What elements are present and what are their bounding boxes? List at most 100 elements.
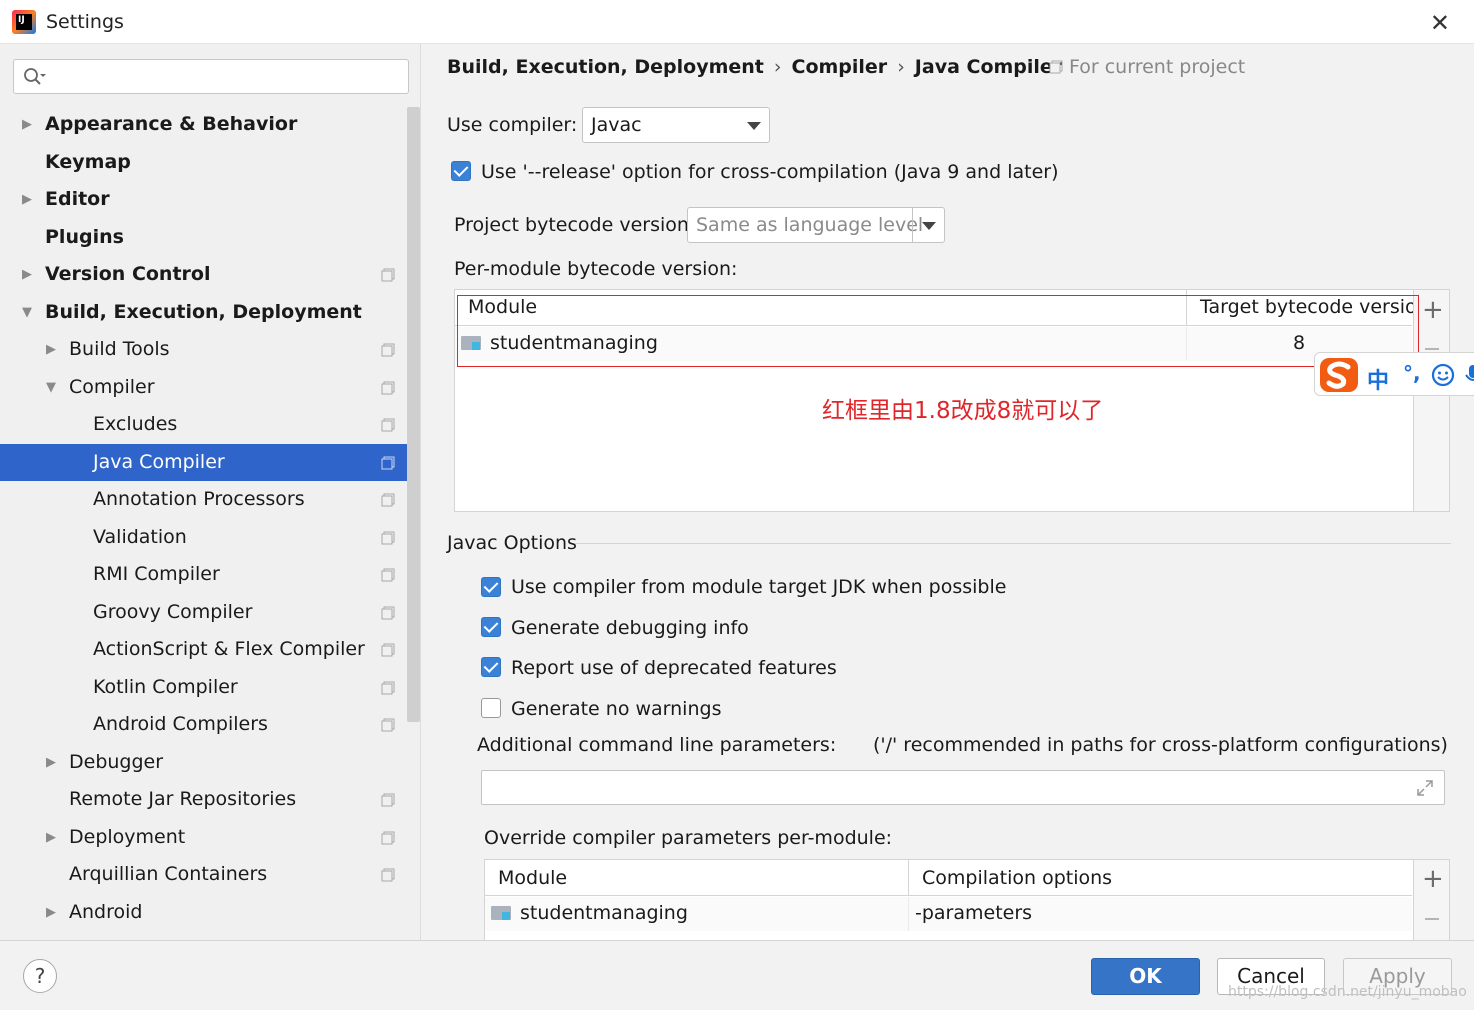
search-box[interactable] xyxy=(13,59,409,94)
collapsed-arrow-icon[interactable]: ▶ xyxy=(22,181,36,219)
sidebar-item-annotation-processors[interactable]: Annotation Processors xyxy=(0,481,420,519)
debug-info-checkbox[interactable] xyxy=(481,617,501,637)
sidebar-item-label: Build Tools xyxy=(69,338,170,360)
sidebar-item-label: Android Compilers xyxy=(93,713,268,735)
column-compilation-options[interactable]: Compilation options xyxy=(922,867,1112,889)
module-jdk-label: Use compiler from module target JDK when… xyxy=(511,576,1007,598)
sidebar-item-label: Keymap xyxy=(45,150,131,173)
project-scope-icon xyxy=(381,643,395,657)
ime-language[interactable]: 中 xyxy=(1367,363,1389,395)
close-icon[interactable]: ✕ xyxy=(1430,9,1450,37)
sidebar-item-rmi-compiler[interactable]: RMI Compiler xyxy=(0,556,420,594)
sidebar-item-excludes[interactable]: Excludes xyxy=(0,406,420,444)
collapsed-arrow-icon[interactable]: ▶ xyxy=(46,331,60,369)
ok-button[interactable]: OK xyxy=(1091,958,1200,995)
per-module-label: Per-module bytecode version: xyxy=(454,258,738,280)
sidebar-item-debugger[interactable]: ▶ Debugger xyxy=(0,744,420,782)
window-title: Settings xyxy=(46,11,124,33)
deprecated-checkbox[interactable] xyxy=(481,657,501,677)
sidebar-item-validation[interactable]: Validation xyxy=(0,519,420,557)
sidebar-item-arquillian-containers[interactable]: Arquillian Containers xyxy=(0,856,420,894)
collapsed-arrow-icon[interactable]: ▶ xyxy=(22,106,36,144)
breadcrumb-java-compiler: Java Compiler xyxy=(914,56,1063,78)
sidebar-item-label: Plugins xyxy=(45,225,124,248)
bytecode-version-select[interactable]: Same as language level xyxy=(687,207,945,243)
sidebar-item-version-control[interactable]: ▶ Version Control xyxy=(0,256,420,294)
add-icon[interactable]: + xyxy=(1422,866,1444,892)
emoji-icon[interactable] xyxy=(1431,363,1455,387)
select-divider xyxy=(912,208,913,242)
expanded-arrow-icon[interactable]: ▼ xyxy=(22,294,36,332)
module-jdk-checkbox[interactable] xyxy=(481,577,501,597)
sidebar-item-label: Deployment xyxy=(69,825,186,848)
sidebar-item-actionscript-flex-compiler[interactable]: ActionScript & Flex Compiler xyxy=(0,631,420,669)
collapsed-arrow-icon[interactable]: ▶ xyxy=(46,744,60,782)
highlight-frame xyxy=(457,295,1419,367)
collapsed-arrow-icon[interactable]: ▶ xyxy=(22,256,36,294)
ime-punctuation[interactable]: °, xyxy=(1403,361,1421,385)
sidebar-item-label: Appearance & Behavior xyxy=(45,113,298,135)
sidebar-item-label: Excludes xyxy=(93,413,178,435)
sidebar-item-java-compiler[interactable]: Java Compiler xyxy=(0,443,420,481)
collapsed-arrow-icon[interactable]: ▶ xyxy=(46,819,60,857)
release-option-checkbox[interactable] xyxy=(451,161,471,181)
sidebar-item-compiler[interactable]: ▼ Compiler xyxy=(0,369,420,407)
use-compiler-label: Use compiler: xyxy=(447,114,578,136)
sidebar-item-label: Arquillian Containers xyxy=(69,863,268,885)
project-scope-icon xyxy=(381,681,395,694)
sidebar-item-plugins[interactable]: Plugins xyxy=(0,219,420,257)
params-hint: ('/' recommended in paths for cross-plat… xyxy=(873,734,1448,756)
sidebar-item-remote-jar-repositories[interactable]: Remote Jar Repositories xyxy=(0,781,420,819)
search-input[interactable] xyxy=(54,64,394,90)
expand-icon[interactable] xyxy=(1416,779,1434,797)
module-folder-icon xyxy=(491,904,513,921)
settings-tree: ▶ Appearance & Behavior Keymap ▶ Editor Plugi… xyxy=(0,106,420,932)
sidebar-item-build-execution-deployment[interactable]: ▼ Build, Execution, Deployment xyxy=(0,294,420,332)
sidebar-item-label: Version Control xyxy=(45,263,211,285)
watermark: https://blog.csdn.net/jinyu_mobao xyxy=(1228,984,1467,1000)
remove-icon[interactable] xyxy=(1425,348,1439,350)
sidebar-item-android-compilers[interactable]: Android Compilers xyxy=(0,706,420,744)
sidebar-item-android[interactable]: ▶ Android xyxy=(0,894,420,932)
sidebar-item-groovy-compiler[interactable]: Groovy Compiler xyxy=(0,594,420,632)
sidebar-item-kotlin-compiler[interactable]: Kotlin Compiler xyxy=(0,669,420,707)
override-label: Override compiler parameters per-module: xyxy=(484,827,893,849)
compilation-options-cell[interactable]: -parameters xyxy=(915,902,1032,924)
sidebar-item-label: Kotlin Compiler xyxy=(93,675,238,698)
table-toolbar: + xyxy=(1413,860,1449,940)
params-label: Additional command line parameters: xyxy=(477,734,837,756)
help-button[interactable]: ? xyxy=(23,959,57,993)
project-scope-icon xyxy=(381,793,395,807)
column-module[interactable]: Module xyxy=(498,867,567,889)
sidebar-item-appearance-behavior[interactable]: ▶ Appearance & Behavior xyxy=(0,106,420,144)
table-row[interactable]: studentmanaging -parameters xyxy=(485,897,1412,931)
intellij-app-icon: IJ xyxy=(12,10,36,34)
sidebar-scrollbar[interactable] xyxy=(407,107,420,722)
bytecode-version-label: Project bytecode version: xyxy=(454,214,696,236)
chevron-down-icon xyxy=(747,122,761,130)
override-table-header: Module Compilation options xyxy=(485,860,1412,896)
expanded-arrow-icon[interactable]: ▼ xyxy=(46,369,60,407)
collapsed-arrow-icon[interactable]: ▶ xyxy=(46,894,60,932)
bytecode-version-value: Same as language level xyxy=(696,214,924,236)
breadcrumb-build: Build, Execution, Deployment xyxy=(447,56,764,78)
add-icon[interactable]: + xyxy=(1422,297,1444,323)
no-warnings-checkbox[interactable] xyxy=(481,698,501,718)
sogou-logo-icon[interactable] xyxy=(1319,357,1359,393)
microphone-icon[interactable] xyxy=(1465,363,1474,387)
sidebar-item-deployment[interactable]: ▶ Deployment xyxy=(0,819,420,857)
sidebar-item-label: Remote Jar Repositories xyxy=(69,788,297,810)
sidebar-item-editor[interactable]: ▶ Editor xyxy=(0,181,420,219)
sidebar-item-keymap[interactable]: Keymap xyxy=(0,144,420,182)
params-input[interactable] xyxy=(481,770,1445,805)
project-scope-icon xyxy=(381,718,395,732)
sidebar-item-label: ActionScript & Flex Compiler xyxy=(93,638,365,660)
project-scope-icon xyxy=(381,868,395,882)
sidebar-item-build-tools[interactable]: ▶ Build Tools xyxy=(0,331,420,369)
debug-info-label: Generate debugging info xyxy=(511,617,749,639)
sidebar-item-label: Java Compiler xyxy=(93,450,225,473)
compiler-select[interactable]: Javac xyxy=(582,107,770,143)
sidebar-item-label: Android xyxy=(69,900,143,923)
sidebar-item-label: Groovy Compiler xyxy=(93,600,253,623)
remove-icon[interactable] xyxy=(1425,918,1439,920)
